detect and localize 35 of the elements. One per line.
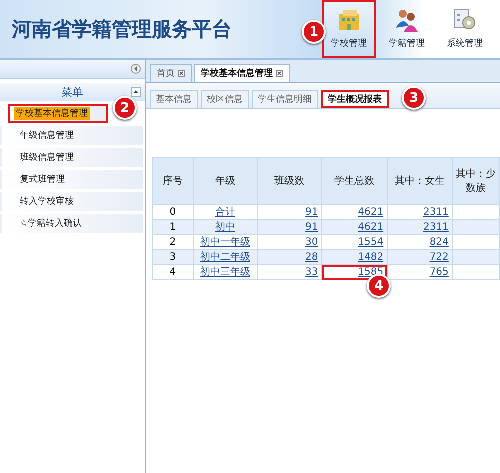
table-link[interactable]: 33 bbox=[306, 266, 318, 278]
tab[interactable]: 基本信息 bbox=[150, 90, 198, 108]
menu-item[interactable]: 学校基本信息管理 bbox=[8, 104, 108, 123]
menu-item[interactable]: 年级信息管理 bbox=[0, 126, 145, 145]
column-header: 其中：女生 bbox=[387, 158, 452, 204]
menu-item[interactable]: 班级信息管理 bbox=[0, 148, 145, 167]
nav-button[interactable]: 系统管理 bbox=[438, 0, 492, 58]
tab[interactable]: 学生概况报表 bbox=[321, 90, 389, 108]
column-header: 年级 bbox=[193, 158, 258, 204]
menu-item[interactable]: 转入学校审核 bbox=[0, 192, 145, 211]
column-header: 序号 bbox=[152, 158, 194, 204]
collapse-icon[interactable] bbox=[131, 64, 141, 74]
close-icon[interactable] bbox=[276, 70, 283, 77]
table-link[interactable]: 91 bbox=[306, 206, 318, 218]
tab[interactable]: 校区信息 bbox=[201, 90, 249, 108]
tab[interactable]: 学生信息明细 bbox=[252, 90, 318, 108]
table-link[interactable]: 91 bbox=[306, 222, 318, 232]
menu-item[interactable]: 复式班管理 bbox=[0, 170, 145, 189]
collapse-icon[interactable] bbox=[131, 87, 141, 97]
table-cell: 1 bbox=[152, 220, 194, 234]
column-header: 学生总数 bbox=[322, 158, 388, 204]
table-link[interactable]: 28 bbox=[306, 252, 318, 262]
close-icon[interactable] bbox=[178, 70, 185, 77]
tab[interactable]: 学校基本信息管理 bbox=[194, 64, 290, 82]
tab[interactable]: 首页 bbox=[150, 64, 192, 82]
app-title: 河南省学籍管理服务平台 bbox=[12, 16, 232, 42]
table-link[interactable]: 30 bbox=[306, 236, 318, 248]
menu-item[interactable]: ☆学籍转入确认 bbox=[0, 214, 145, 233]
nav-button[interactable]: 学籍管理 bbox=[380, 0, 434, 58]
column-header: 班级数 bbox=[257, 158, 322, 204]
nav-button[interactable]: 学校管理 bbox=[322, 0, 376, 58]
table-cell: 4 bbox=[152, 264, 194, 280]
menu-title: 菜单 bbox=[62, 84, 84, 100]
table-cell: 3 bbox=[152, 250, 194, 264]
column-header: 其中：少数族 bbox=[452, 158, 500, 204]
